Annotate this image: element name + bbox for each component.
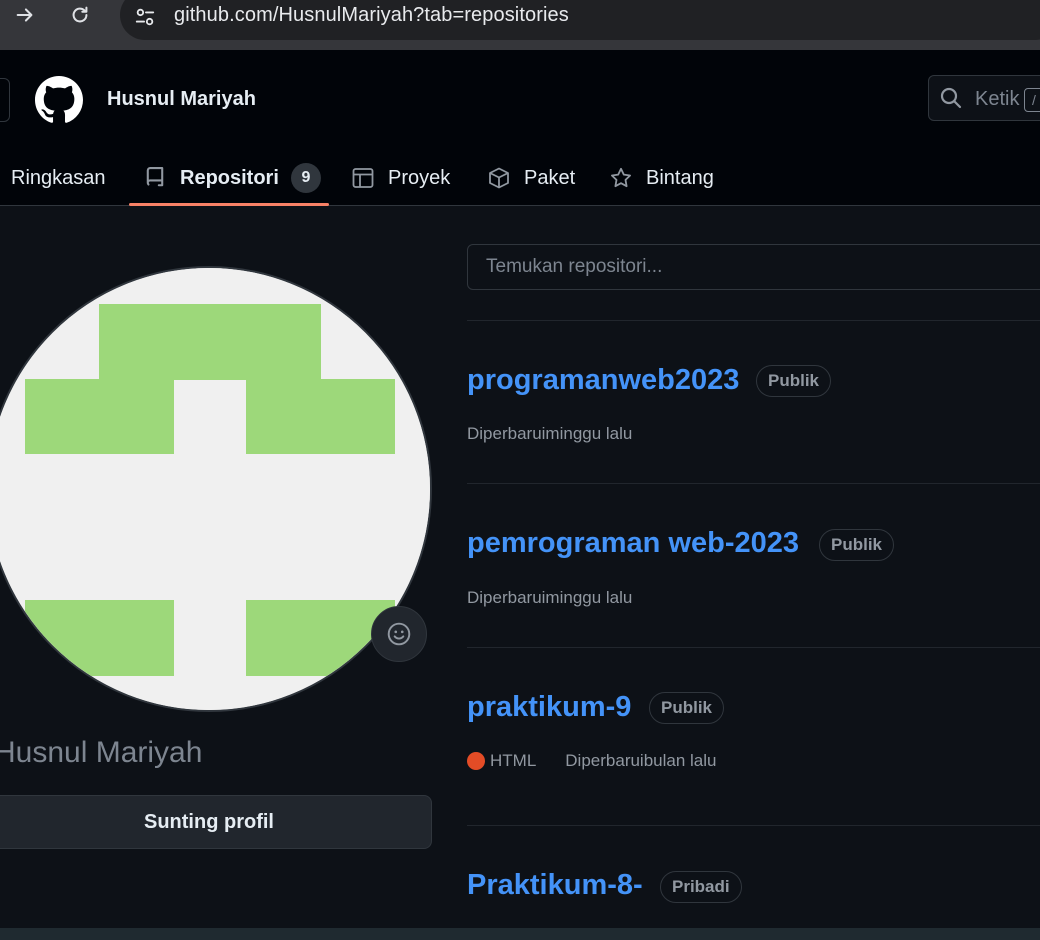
divider — [467, 483, 1040, 484]
tab-label: Ringkasan — [11, 166, 106, 189]
repo-updated: Diperbaruiminggu lalu — [467, 424, 633, 443]
avatar[interactable] — [0, 266, 432, 712]
reload-icon — [72, 6, 88, 23]
divider — [467, 825, 1040, 826]
menu-button[interactable] — [0, 78, 10, 122]
reload-button[interactable] — [65, 0, 95, 30]
tab-repositori[interactable]: Repositori 9 — [143, 150, 321, 206]
repo-link[interactable]: pemrograman web-2023 — [467, 527, 799, 560]
tab-paket[interactable]: Paket — [487, 150, 575, 206]
smiley-icon — [387, 622, 411, 646]
address-bar[interactable]: github.com/HusnulMariyah?tab=repositorie… — [120, 0, 1040, 40]
tab-proyek[interactable]: Proyek — [351, 150, 450, 206]
site-settings-icon[interactable] — [132, 4, 158, 30]
repo-icon — [143, 166, 167, 190]
repo-link[interactable]: Praktikum-8- — [467, 869, 643, 902]
package-icon — [487, 166, 511, 190]
profile-tabs: Ringkasan Repositori 9 Proyek Paket Bint… — [0, 150, 1040, 206]
visibility-badge: Publik — [819, 529, 895, 561]
repo-count-badge: 9 — [290, 163, 321, 193]
table-icon — [351, 166, 375, 190]
visibility-badge: Publik — [649, 692, 725, 724]
tab-ringkasan[interactable]: Ringkasan — [11, 150, 106, 206]
search-icon — [940, 87, 962, 109]
github-header: Husnul Mariyah Ketik / Ringkasan Reposit… — [0, 50, 1040, 206]
repo-updated: Diperbaruiminggu lalu — [467, 588, 633, 607]
browser-toolbar: github.com/HusnulMariyah?tab=repositorie… — [0, 0, 1040, 50]
header-search[interactable]: Ketik / — [928, 75, 1040, 121]
repo-meta: HTML Diperbaruibulan lalu — [467, 751, 717, 771]
edit-profile-button[interactable]: Sunting profil — [0, 795, 432, 849]
repo-updated: Diperbaruibulan lalu — [565, 751, 717, 770]
repo-link[interactable]: praktikum-9 — [467, 691, 631, 724]
forward-button[interactable] — [10, 0, 40, 30]
repo-search-input[interactable] — [467, 244, 1040, 290]
tab-label: Bintang — [646, 166, 714, 189]
visibility-badge: Publik — [756, 365, 832, 397]
search-placeholder: Ketik — [975, 88, 1020, 110]
divider — [467, 320, 1040, 321]
header-username[interactable]: Husnul Mariyah — [107, 88, 256, 111]
arrow-right-icon — [16, 8, 33, 22]
tab-label: Proyek — [388, 166, 451, 189]
tab-label: Repositori — [180, 166, 279, 189]
set-status-button[interactable] — [371, 606, 427, 662]
tab-label: Paket — [524, 166, 576, 189]
taskbar-edge — [0, 928, 1040, 940]
tab-bintang[interactable]: Bintang — [609, 150, 714, 206]
repo-link[interactable]: programanweb2023 — [467, 364, 739, 397]
language-color-dot — [467, 752, 485, 770]
active-tab-indicator — [129, 203, 329, 206]
visibility-badge: Pribadi — [660, 871, 742, 903]
github-logo-icon[interactable] — [35, 76, 83, 124]
star-icon — [609, 166, 633, 190]
profile-name: Husnul Mariyah — [0, 736, 203, 769]
url-text[interactable]: github.com/HusnulMariyah?tab=repositorie… — [174, 4, 569, 27]
search-shortcut-key: / — [1024, 88, 1040, 112]
divider — [467, 647, 1040, 648]
repo-language: HTML — [490, 751, 537, 770]
